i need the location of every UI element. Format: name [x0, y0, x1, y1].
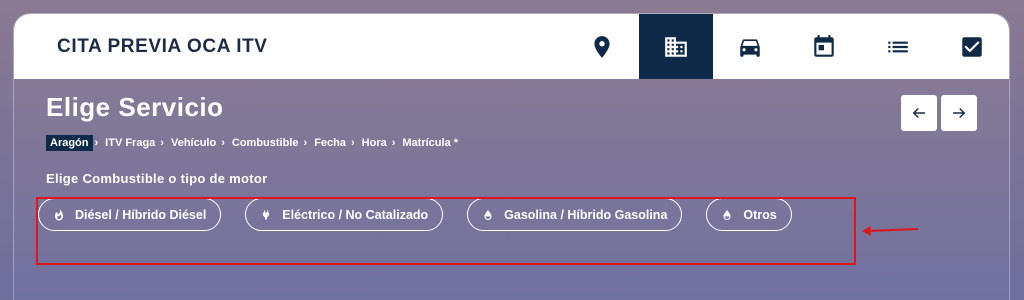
page-title: Elige Servicio [46, 92, 224, 122]
annotation-highlight-box [36, 197, 856, 265]
breadcrumb-item-region[interactable]: Aragón [46, 135, 93, 151]
brand-title: CITA PREVIA OCA ITV [57, 36, 268, 57]
breadcrumb-item-date[interactable]: Fecha [311, 135, 349, 151]
breadcrumb-separator: › [160, 137, 164, 149]
arrow-right-icon [953, 107, 966, 119]
breadcrumb-separator: › [303, 137, 308, 149]
nav-car-button[interactable] [713, 14, 787, 79]
nav-confirm-button[interactable] [935, 14, 1009, 79]
breadcrumb: Aragón › ITV Fraga › Vehículo › Combusti… [46, 135, 461, 151]
nav-building-button[interactable] [639, 14, 713, 79]
step-navigation [901, 95, 977, 131]
building-icon [665, 36, 687, 57]
calendar-icon [814, 34, 834, 57]
breadcrumb-item-time[interactable]: Hora [359, 135, 390, 151]
breadcrumb-separator: › [94, 137, 99, 149]
nav-calendar-button[interactable] [787, 14, 861, 79]
arrow-left-icon [912, 107, 925, 119]
breadcrumb-item-fuel[interactable]: Combustible [229, 135, 302, 151]
breadcrumb-item-plate[interactable]: Matrícula * [399, 135, 461, 151]
breadcrumb-separator: › [350, 137, 355, 149]
nav-location-button[interactable] [565, 14, 639, 79]
breadcrumb-item-station[interactable]: ITV Fraga [102, 135, 158, 151]
breadcrumb-separator: › [391, 137, 396, 149]
breadcrumb-separator: › [221, 137, 225, 149]
checkbox-icon [962, 36, 982, 57]
nav-icon-group [565, 14, 1009, 79]
section-subtitle: Elige Combustible o tipo de motor [46, 171, 268, 186]
forward-button[interactable] [941, 95, 977, 131]
breadcrumb-item-vehicle[interactable]: Vehículo [168, 135, 219, 151]
list-icon [888, 41, 908, 52]
location-pin-icon [594, 35, 610, 58]
back-button[interactable] [901, 95, 937, 131]
top-navigation-bar: CITA PREVIA OCA ITV [14, 14, 1009, 79]
nav-list-button[interactable] [861, 14, 935, 79]
annotation-arrow-icon [862, 226, 918, 236]
car-icon [740, 38, 760, 57]
